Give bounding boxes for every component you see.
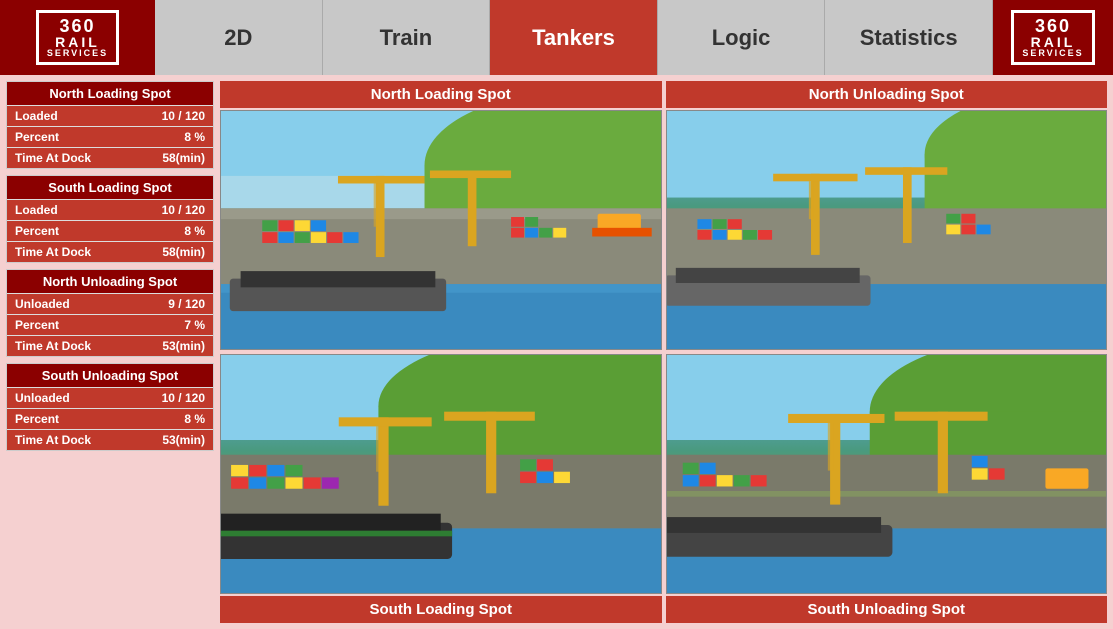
viewport-cell-north-loading: North Loading Spot <box>220 81 662 350</box>
viewport-canvas-south-unloading[interactable] <box>666 354 1108 594</box>
stat-value-time-south: 58(min) <box>162 245 205 259</box>
viewport-canvas-south-loading[interactable] <box>220 354 662 594</box>
stat-label-percent-south-unloading: Percent <box>15 412 59 426</box>
nav-tabs: 2D Train Tankers Logic Statistics <box>155 0 993 75</box>
stat-value-percent-north-unloading: 7 % <box>184 318 205 332</box>
stat-label-loaded-north: Loaded <box>15 109 58 123</box>
stat-label-loaded-south: Loaded <box>15 203 58 217</box>
stat-row-time-north-unloading: Time At Dock 53(min) <box>7 335 213 356</box>
stats-panel: North Loading Spot Loaded 10 / 120 Perce… <box>6 81 214 623</box>
main-content: North Loading Spot Loaded 10 / 120 Perce… <box>0 75 1113 629</box>
tab-2d[interactable]: 2D <box>155 0 323 75</box>
stat-label-time-south: Time At Dock <box>15 245 91 259</box>
stat-row-loaded-south: Loaded 10 / 120 <box>7 199 213 220</box>
tab-logic[interactable]: Logic <box>658 0 826 75</box>
stat-group-title-north-unloading: North Unloading Spot <box>7 270 213 293</box>
stat-value-loaded-north: 10 / 120 <box>162 109 205 123</box>
stat-row-percent-south-unloading: Percent 8 % <box>7 408 213 429</box>
stat-row-percent-north-unloading: Percent 7 % <box>7 314 213 335</box>
stat-label-time-north-unloading: Time At Dock <box>15 339 91 353</box>
top-navigation: 360 RAIL SERVICES 2D Train Tankers Logic… <box>0 0 1113 75</box>
stat-value-time-north-unloading: 53(min) <box>162 339 205 353</box>
stat-group-north-unloading: North Unloading Spot Unloaded 9 / 120 Pe… <box>6 269 214 357</box>
logo-services-right: SERVICES <box>1022 49 1083 58</box>
stat-value-loaded-south: 10 / 120 <box>162 203 205 217</box>
viewport-cell-south-loading: South Loading Spot <box>220 354 662 623</box>
stat-group-south-unloading: South Unloading Spot Unloaded 10 / 120 P… <box>6 363 214 451</box>
stat-group-north-loading: North Loading Spot Loaded 10 / 120 Perce… <box>6 81 214 169</box>
stat-row-loaded-north: Loaded 10 / 120 <box>7 105 213 126</box>
stat-value-time-north: 58(min) <box>162 151 205 165</box>
stat-row-time-south-unloading: Time At Dock 53(min) <box>7 429 213 450</box>
stat-label-percent-south: Percent <box>15 224 59 238</box>
stat-row-time-north: Time At Dock 58(min) <box>7 147 213 168</box>
stat-row-time-south: Time At Dock 58(min) <box>7 241 213 262</box>
stat-value-unloaded-south: 10 / 120 <box>162 391 205 405</box>
stat-label-percent-north: Percent <box>15 130 59 144</box>
stat-value-percent-south-unloading: 8 % <box>184 412 205 426</box>
stat-label-time-north: Time At Dock <box>15 151 91 165</box>
viewport-cell-north-unloading: North Unloading Spot <box>666 81 1108 350</box>
stat-value-percent-north: 8 % <box>184 130 205 144</box>
viewport-area: North Loading Spot <box>220 81 1107 623</box>
viewport-row-top: North Loading Spot <box>220 81 1107 350</box>
stat-label-unloaded-north: Unloaded <box>15 297 70 311</box>
tab-tankers[interactable]: Tankers <box>490 0 658 75</box>
viewport-canvas-north-unloading[interactable] <box>666 110 1108 350</box>
stat-group-south-loading: South Loading Spot Loaded 10 / 120 Perce… <box>6 175 214 263</box>
viewport-canvas-north-loading[interactable] <box>220 110 662 350</box>
stat-label-unloaded-south: Unloaded <box>15 391 70 405</box>
stat-group-title-north-loading: North Loading Spot <box>7 82 213 105</box>
stat-value-percent-south: 8 % <box>184 224 205 238</box>
tab-statistics[interactable]: Statistics <box>825 0 993 75</box>
viewport-label-north-loading: North Loading Spot <box>220 81 662 108</box>
logo-box-left: 360 RAIL SERVICES <box>36 10 119 65</box>
logo-360: 360 <box>47 17 108 35</box>
logo-360-right: 360 <box>1022 17 1083 35</box>
logo-box-right: 360 RAIL SERVICES <box>1011 10 1094 65</box>
stat-row-percent-north: Percent 8 % <box>7 126 213 147</box>
viewport-cell-south-unloading: South Unloading Spot <box>666 354 1108 623</box>
logo-rail: RAIL <box>47 35 108 49</box>
logo-services: SERVICES <box>47 49 108 58</box>
viewport-row-bottom: South Loading Spot <box>220 354 1107 623</box>
viewport-label-south-unloading: South Unloading Spot <box>666 596 1108 623</box>
stat-row-percent-south: Percent 8 % <box>7 220 213 241</box>
stat-row-unloaded-north: Unloaded 9 / 120 <box>7 293 213 314</box>
stat-label-time-south-unloading: Time At Dock <box>15 433 91 447</box>
stat-label-percent-north-unloading: Percent <box>15 318 59 332</box>
logo-right: 360 RAIL SERVICES <box>993 0 1113 75</box>
tab-train[interactable]: Train <box>323 0 491 75</box>
stat-value-time-south-unloading: 53(min) <box>162 433 205 447</box>
stat-value-unloaded-north: 9 / 120 <box>168 297 205 311</box>
stat-group-title-south-unloading: South Unloading Spot <box>7 364 213 387</box>
stat-row-unloaded-south: Unloaded 10 / 120 <box>7 387 213 408</box>
logo-rail-right: RAIL <box>1022 35 1083 49</box>
stat-group-title-south-loading: South Loading Spot <box>7 176 213 199</box>
logo-left: 360 RAIL SERVICES <box>0 0 155 75</box>
viewport-label-south-loading: South Loading Spot <box>220 596 662 623</box>
viewport-label-north-unloading: North Unloading Spot <box>666 81 1108 108</box>
